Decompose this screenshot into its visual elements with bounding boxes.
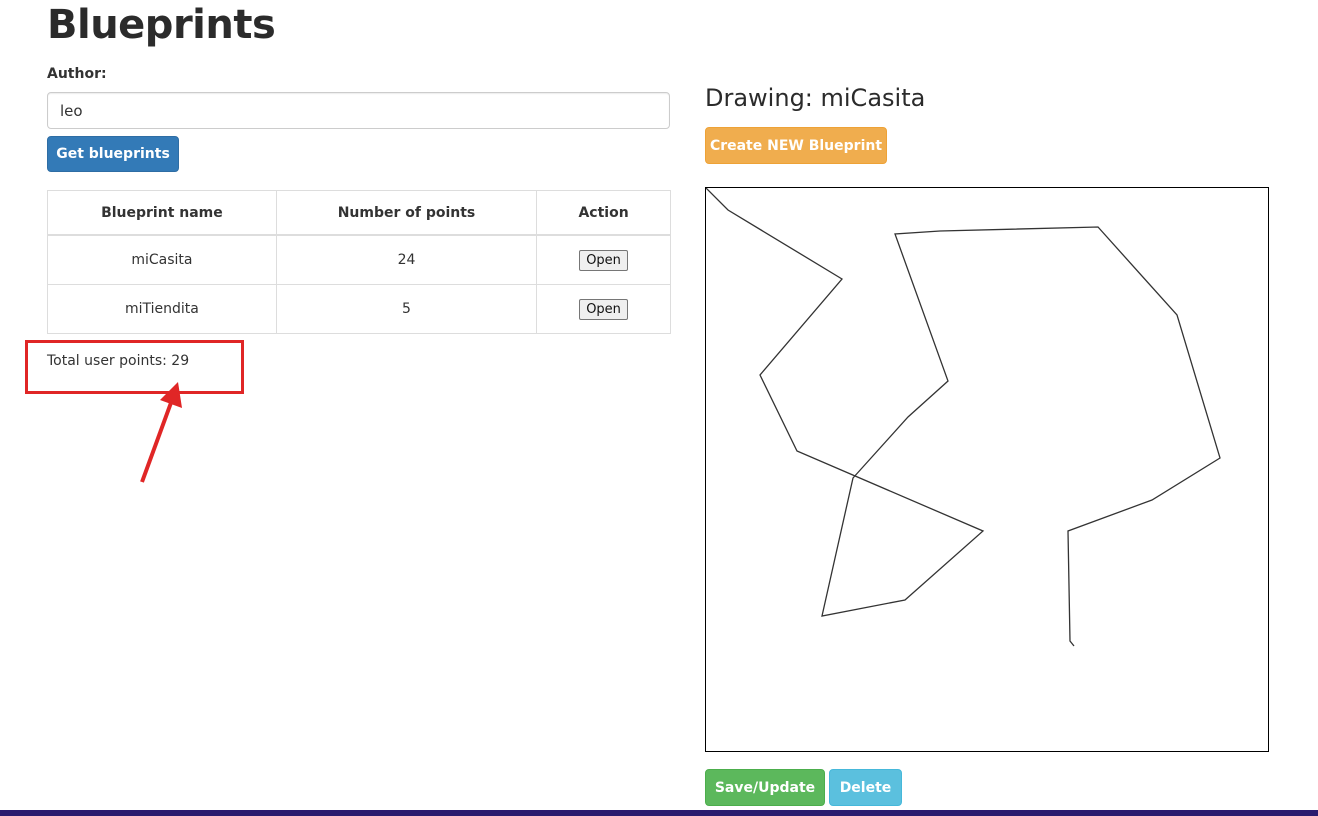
- blueprint-name-cell: miCasita: [47, 234, 277, 285]
- author-label: Author:: [47, 66, 107, 82]
- save-update-button[interactable]: Save/Update: [705, 769, 825, 806]
- table-row: miCasita 24 Open: [47, 234, 671, 285]
- open-button[interactable]: Open: [579, 249, 628, 271]
- author-input[interactable]: [47, 92, 670, 129]
- blueprint-name-cell: miTiendita: [47, 284, 277, 334]
- drawing-title: Drawing: miCasita: [705, 84, 926, 112]
- create-new-blueprint-button[interactable]: Create NEW Blueprint: [705, 127, 887, 164]
- points-cell: 5: [275, 284, 538, 334]
- action-cell: Open: [536, 284, 671, 334]
- header-action: Action: [536, 190, 671, 236]
- open-button[interactable]: Open: [579, 298, 628, 320]
- blueprints-app: Blueprints Author: Get blueprints Bluepr…: [0, 0, 1318, 816]
- table-header-row: Blueprint name Number of points Action: [47, 190, 671, 236]
- table-row: miTiendita 5 Open: [47, 284, 671, 334]
- points-cell: 24: [275, 234, 538, 285]
- blueprints-table: Blueprint name Number of points Action m…: [47, 190, 671, 334]
- annotation-arrow-icon: [140, 382, 182, 483]
- drawing-canvas[interactable]: [705, 187, 1269, 752]
- get-blueprints-button[interactable]: Get blueprints: [47, 136, 179, 172]
- action-cell: Open: [536, 234, 671, 285]
- blueprint-drawing: [706, 188, 1221, 647]
- bottom-bar: [0, 810, 1318, 816]
- header-blueprint-name: Blueprint name: [47, 190, 277, 236]
- blueprint-polyline: [706, 188, 1221, 647]
- delete-button[interactable]: Delete: [829, 769, 902, 806]
- page-title: Blueprints: [47, 2, 276, 48]
- header-number-of-points: Number of points: [275, 190, 538, 236]
